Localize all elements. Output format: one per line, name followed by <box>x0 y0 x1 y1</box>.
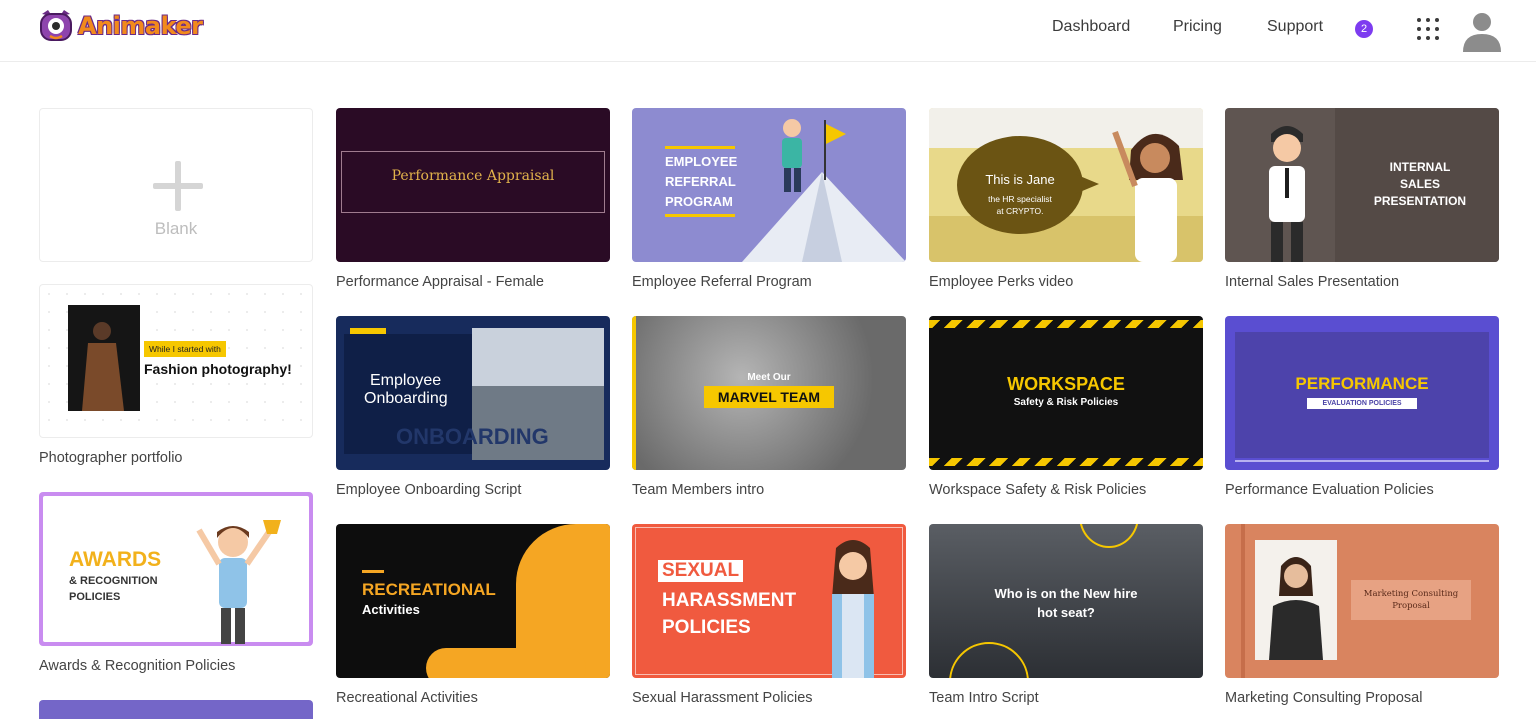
team-line2: MARVEL TEAM <box>704 386 834 408</box>
template-card-photographer[interactable]: While I started with Fashion photography… <box>39 284 313 438</box>
template-card-workspace[interactable]: WORKSPACE Safety & Risk Policies <box>929 316 1203 470</box>
marketing-line1: Marketing Consulting <box>1363 589 1459 599</box>
workspace-title: WORKSPACE <box>1007 374 1125 394</box>
caption-team-intro: Team Intro Script <box>929 690 1039 706</box>
photographer-thumbnail <box>68 305 140 411</box>
blank-label: Blank <box>154 219 198 238</box>
caption-recreational: Recreational Activities <box>336 690 478 706</box>
user-avatar[interactable] <box>1460 8 1504 52</box>
internal-sales-line1: INTERNAL <box>1389 160 1451 174</box>
internal-sales-character <box>1269 126 1305 262</box>
awards-character <box>196 520 281 644</box>
caption-referral: Employee Referral Program <box>632 274 812 290</box>
onboarding-line2: Onboarding <box>364 390 448 407</box>
template-card-partial[interactable] <box>39 700 313 719</box>
plus-icon <box>153 161 203 211</box>
caption-awards: Awards & Recognition Policies <box>39 658 236 674</box>
apps-grid-icon[interactable] <box>1417 18 1439 40</box>
template-card-team[interactable]: Meet Our MARVEL TEAM <box>632 316 906 470</box>
workspace-sub: Safety & Risk Policies <box>1013 397 1119 408</box>
awards-line3: POLICIES <box>69 591 121 603</box>
template-card-perks[interactable]: This is Jane the HR specialist at CRYPTO… <box>929 108 1203 262</box>
caption-performance-appraisal: Performance Appraisal - Female <box>336 274 544 290</box>
caption-team: Team Members intro <box>632 482 765 498</box>
logo-text: Animaker <box>78 12 203 40</box>
nav-support[interactable]: Support <box>1267 18 1323 36</box>
perks-sub1: the HR specialist <box>988 194 1052 204</box>
template-card-harassment[interactable]: SEXUAL HARASSMENT POLICIES <box>632 524 906 678</box>
animaker-mascot-icon <box>40 10 72 41</box>
caption-perks: Employee Perks video <box>929 274 1074 290</box>
internal-sales-line2: SALES <box>1399 177 1440 191</box>
awards-title: AWARDS <box>69 548 162 571</box>
photographer-tag: While I started with <box>144 341 226 357</box>
notification-badge[interactable]: 2 <box>1355 20 1373 38</box>
referral-line2: REFERRAL <box>665 174 736 189</box>
template-card-awards[interactable]: AWARDS & RECOGNITION POLICIES <box>39 492 313 646</box>
caption-performance-eval: Performance Evaluation Policies <box>1225 482 1434 498</box>
top-header: Animaker Dashboard Pricing Support 2 <box>0 0 1536 62</box>
caption-photographer: Photographer portfolio <box>39 450 183 466</box>
harassment-line1: SEXUAL <box>658 560 744 582</box>
referral-line3: PROGRAM <box>665 194 733 209</box>
perks-character <box>1112 130 1183 262</box>
internal-sales-line3: PRESENTATION <box>1373 194 1467 208</box>
performance-eval-title: PERFORMANCE <box>1295 374 1429 393</box>
marketing-photo <box>1255 540 1337 660</box>
recreational-title: RECREATIONAL <box>362 580 496 599</box>
harassment-line2: HARASSMENT <box>662 590 797 611</box>
animaker-logo[interactable]: Animaker <box>36 6 203 46</box>
onboarding-bg-word: ONBOARDING <box>396 424 549 449</box>
nav-dashboard[interactable]: Dashboard <box>1052 18 1130 36</box>
performance-eval-sub: EVALUATION POLICIES <box>1307 398 1417 409</box>
perks-sub2: at CRYPTO. <box>996 206 1044 216</box>
template-card-referral[interactable]: EMPLOYEE REFERRAL PROGRAM <box>632 108 906 262</box>
harassment-character <box>832 540 874 678</box>
awards-line2: & RECOGNITION <box>69 575 158 587</box>
marketing-line2: Proposal <box>1392 601 1430 611</box>
recreational-sub: Activities <box>362 602 420 617</box>
template-card-performance-appraisal[interactable]: Performance Appraisal <box>336 108 610 262</box>
perks-title: This is Jane <box>985 172 1055 187</box>
nav-pricing[interactable]: Pricing <box>1173 18 1222 36</box>
performance-appraisal-title: Performance Appraisal <box>391 168 555 184</box>
caption-harassment: Sexual Harassment Policies <box>632 690 813 706</box>
template-card-recreational[interactable]: RECREATIONAL Activities <box>336 524 610 678</box>
caption-marketing: Marketing Consulting Proposal <box>1225 690 1423 706</box>
template-card-team-intro[interactable]: Who is on the New hire hot seat? <box>929 524 1203 678</box>
team-intro-line1: Who is on the New hire <box>994 586 1138 601</box>
blank-template-card[interactable]: Blank <box>39 108 313 262</box>
template-card-internal-sales[interactable]: INTERNAL SALES PRESENTATION <box>1225 108 1499 262</box>
onboarding-line1: Employee <box>370 372 442 389</box>
caption-internal-sales: Internal Sales Presentation <box>1225 274 1400 290</box>
team-line1: Meet Our <box>747 372 791 383</box>
caption-onboarding: Employee Onboarding Script <box>336 482 522 498</box>
photographer-title: Fashion photography! <box>144 361 292 377</box>
template-card-marketing[interactable]: Marketing Consulting Proposal <box>1225 524 1499 678</box>
caption-workspace: Workspace Safety & Risk Policies <box>929 482 1147 498</box>
template-card-onboarding[interactable]: Employee Onboarding ONBOARDING <box>336 316 610 470</box>
team-intro-line2: hot seat? <box>1037 605 1095 620</box>
harassment-line3: POLICIES <box>662 617 751 638</box>
referral-mountain <box>742 119 906 262</box>
template-card-performance-eval[interactable]: PERFORMANCE EVALUATION POLICIES <box>1225 316 1499 470</box>
referral-line1: EMPLOYEE <box>665 154 738 169</box>
